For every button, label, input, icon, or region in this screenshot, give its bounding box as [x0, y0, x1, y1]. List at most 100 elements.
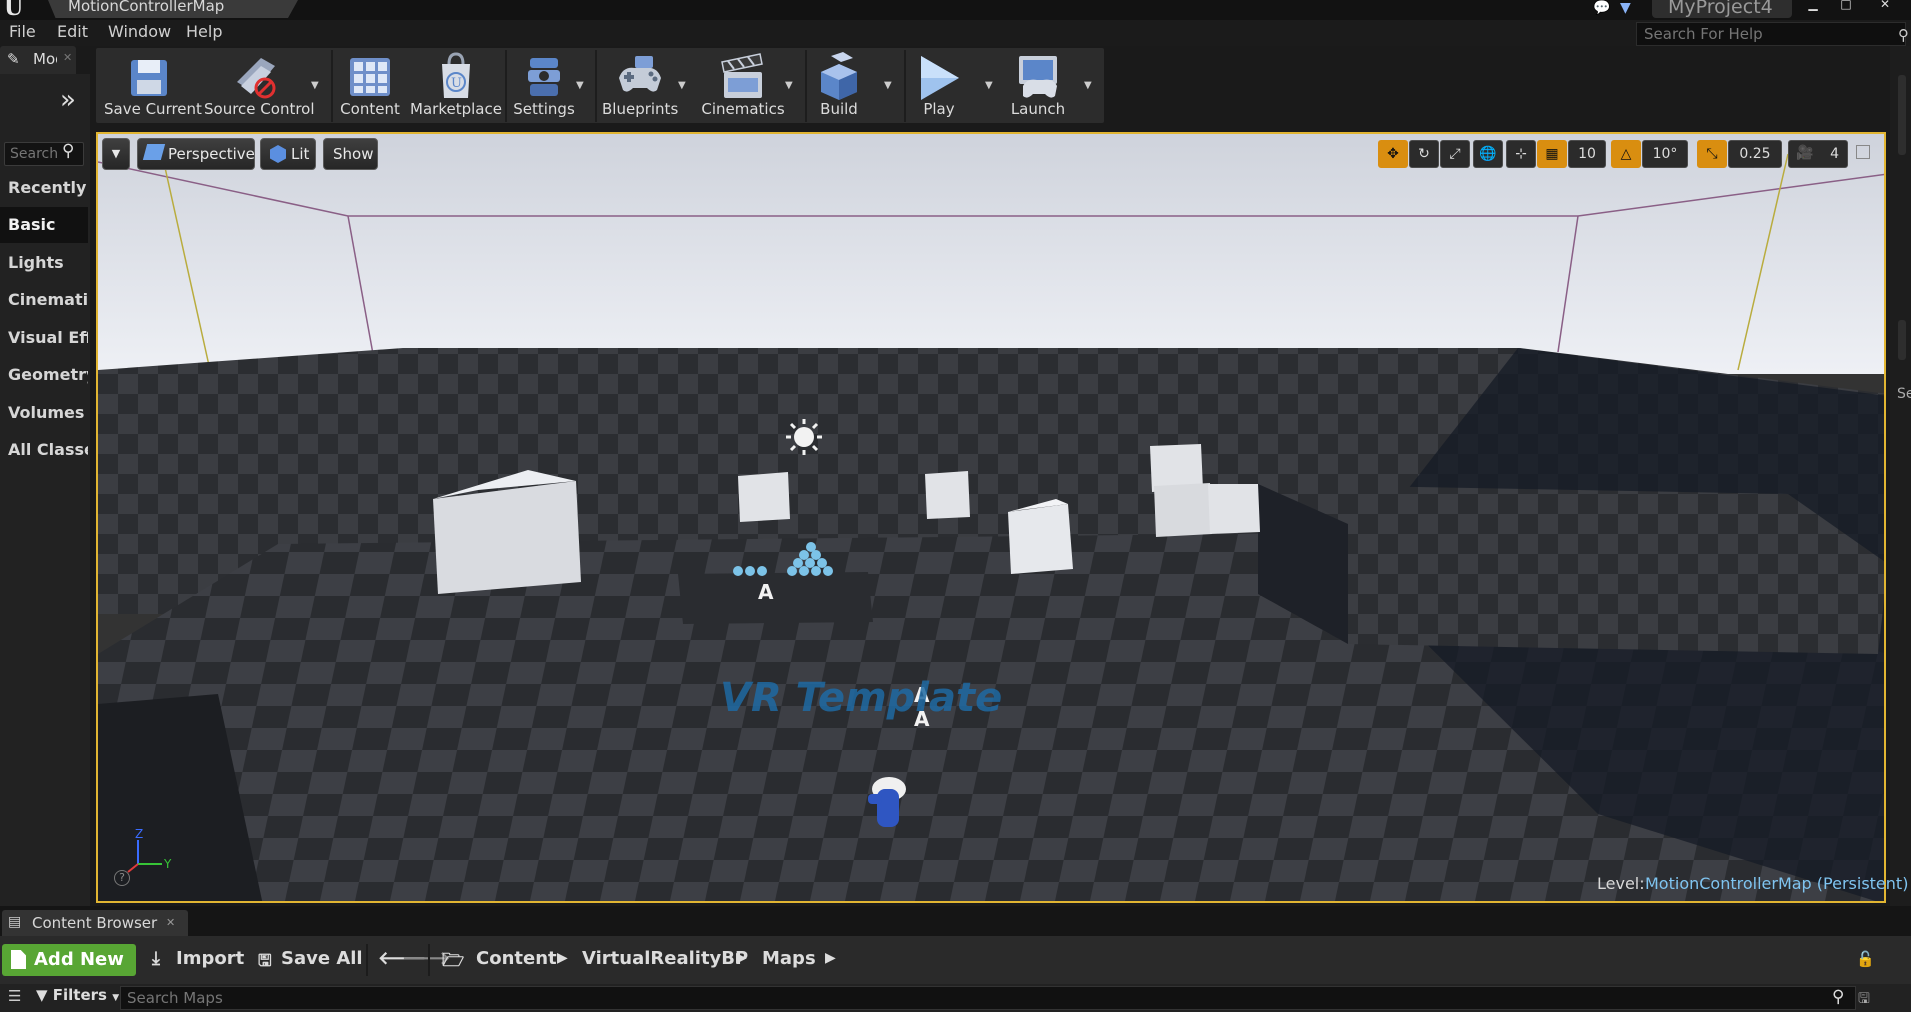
category-geometry[interactable]: Geometry	[0, 357, 88, 393]
rotate-tool-icon[interactable]: ↻	[1409, 140, 1439, 168]
menu-window[interactable]: Window	[108, 22, 171, 41]
scale-snap-icon[interactable]: ⤡	[1697, 140, 1727, 168]
world-coordinates-icon[interactable]: 🌐	[1473, 140, 1503, 168]
blueprints-button[interactable]: Blueprints	[602, 50, 678, 122]
close-button[interactable]: ✕	[1872, 0, 1898, 10]
camera-speed-icon: 🎥	[1796, 145, 1814, 161]
place-search-input[interactable]	[5, 143, 65, 165]
category-basic[interactable]: Basic	[0, 207, 88, 243]
play-dropdown-icon[interactable]: ▼	[985, 80, 993, 91]
breadcrumb-arrow-icon[interactable]: ▶	[736, 950, 747, 966]
category-visual-effects[interactable]: Visual Effects	[0, 320, 88, 356]
launch-dropdown-icon[interactable]: ▼	[1084, 80, 1092, 91]
surface-snapping-icon[interactable]: ⊹	[1506, 140, 1536, 168]
view-mode-lit-dropdown[interactable]: Lit	[260, 138, 316, 170]
save-current-button[interactable]: Save Current	[104, 50, 202, 122]
maximize-button[interactable]: □	[1833, 0, 1859, 10]
search-maps-input[interactable]	[121, 987, 1855, 1009]
marketplace-icon: U	[442, 52, 470, 98]
blueprints-dropdown-icon[interactable]: ▼	[678, 80, 686, 91]
cube-small-2[interactable]	[925, 471, 970, 519]
scale-tool-icon[interactable]: ⤢	[1440, 140, 1470, 168]
source-control-icon	[237, 58, 276, 99]
content-button[interactable]: Content	[338, 50, 402, 122]
marketplace-button[interactable]: U Marketplace	[410, 50, 502, 122]
search-icon[interactable]: ⚲	[1832, 987, 1844, 1007]
breadcrumb-virtualrealitybp[interactable]: VirtualRealityBP	[582, 948, 748, 969]
svg-text:U: U	[451, 76, 462, 91]
content-browser-tab-label: Content Browser	[32, 914, 158, 932]
category-all-classes[interactable]: All Classes	[0, 432, 88, 468]
show-flags-dropdown[interactable]: Show	[323, 138, 378, 170]
close-tab-icon[interactable]: ✕	[63, 51, 72, 64]
filters-dropdown[interactable]: ▼ Filters ▼	[36, 986, 119, 1004]
category-lights[interactable]: Lights	[0, 245, 88, 281]
toolbar-label: Blueprints	[602, 100, 679, 118]
viewport-scene[interactable]: A A A VR Template Z Y	[98, 134, 1886, 903]
toolbar-separator	[805, 50, 807, 122]
breadcrumb-arrow-icon[interactable]: ▶	[557, 950, 568, 966]
right-scrollbar[interactable]	[1898, 75, 1906, 155]
sky-backdrop	[98, 134, 1884, 374]
build-dropdown-icon[interactable]: ▼	[884, 80, 892, 91]
axis-z-label: Z	[135, 827, 143, 841]
search-icon[interactable]: ⚲	[62, 141, 74, 161]
toolbar-label: Settings	[513, 100, 575, 118]
save-all-button[interactable]: Save All	[281, 948, 363, 969]
toolbar-separator	[366, 944, 368, 976]
category-volumes[interactable]: Volumes	[0, 395, 88, 431]
toolbar-separator	[904, 50, 906, 122]
menu-file[interactable]: File	[9, 22, 36, 41]
expand-chevron-icon[interactable]: »	[60, 87, 76, 113]
category-cinematic[interactable]: Cinematic	[0, 282, 88, 318]
import-button[interactable]: Import	[176, 948, 244, 969]
breadcrumb-maps[interactable]: Maps	[762, 948, 816, 969]
rotation-snap-value[interactable]: 10°	[1642, 140, 1688, 168]
build-button[interactable]: Build	[812, 50, 866, 122]
cube-small-3[interactable]	[1008, 499, 1073, 574]
cinematics-button[interactable]: Cinematics	[700, 50, 786, 122]
source-control-button[interactable]: Source Control	[204, 50, 315, 122]
settings-icon	[528, 58, 560, 96]
project-name: MyProject4	[1668, 0, 1773, 18]
settings-button[interactable]: Settings	[512, 50, 576, 122]
play-icon	[921, 56, 959, 100]
cinematics-dropdown-icon[interactable]: ▼	[785, 80, 793, 91]
sources-toggle-icon[interactable]: ☰	[8, 987, 21, 1005]
search-icon[interactable]: ⚲	[1898, 26, 1909, 44]
maximize-viewport-icon[interactable]	[1856, 145, 1870, 159]
lock-icon[interactable]: 🔓	[1856, 950, 1875, 968]
source-control-dropdown-icon[interactable]: ▼	[311, 80, 319, 91]
notification-icon[interactable]: ▼	[1620, 0, 1631, 16]
breadcrumb-content[interactable]: Content	[476, 948, 557, 969]
level-viewport[interactable]: A A A VR Template Z Y	[96, 132, 1886, 903]
play-button[interactable]: Play	[914, 50, 964, 122]
help-search-field[interactable]	[1636, 22, 1906, 46]
grid-snap-value[interactable]: 10	[1568, 140, 1606, 168]
scale-snap-value[interactable]: 0.25	[1728, 140, 1782, 168]
help-icon[interactable]: ?	[114, 870, 130, 886]
minimize-button[interactable]: ▁	[1800, 0, 1826, 10]
right-splitter[interactable]	[1898, 320, 1906, 360]
level-label: Level:	[1597, 874, 1645, 893]
actor-marker-1[interactable]: A	[758, 580, 774, 604]
category-recently-placed[interactable]: Recently Placed	[0, 170, 88, 206]
breadcrumb-arrow-icon[interactable]: ▶	[825, 950, 836, 966]
unreal-logo-icon: U	[4, 0, 24, 21]
close-tab-icon[interactable]: ✕	[166, 916, 175, 929]
translate-tool-icon[interactable]: ✥	[1378, 140, 1408, 168]
modes-brush-icon: ✎	[7, 50, 20, 68]
menu-edit[interactable]: Edit	[57, 22, 88, 41]
search-maps-field[interactable]	[120, 986, 1856, 1010]
launch-button[interactable]: Launch	[1005, 50, 1071, 122]
level-tab-label: MotionControllerMap	[68, 0, 225, 15]
feedback-icon[interactable]: 💬	[1593, 0, 1610, 16]
grid-snap-icon[interactable]: ▦	[1537, 140, 1567, 168]
menu-help[interactable]: Help	[186, 22, 222, 41]
save-search-icon[interactable]: 🖫	[1858, 988, 1870, 1012]
cube-small-1[interactable]	[738, 472, 790, 522]
rotation-snap-icon[interactable]: △	[1611, 140, 1641, 168]
settings-dropdown-icon[interactable]: ▼	[576, 80, 584, 91]
viewport-options-dropdown[interactable]: ▼	[102, 138, 130, 170]
help-search-input[interactable]	[1637, 23, 1905, 45]
